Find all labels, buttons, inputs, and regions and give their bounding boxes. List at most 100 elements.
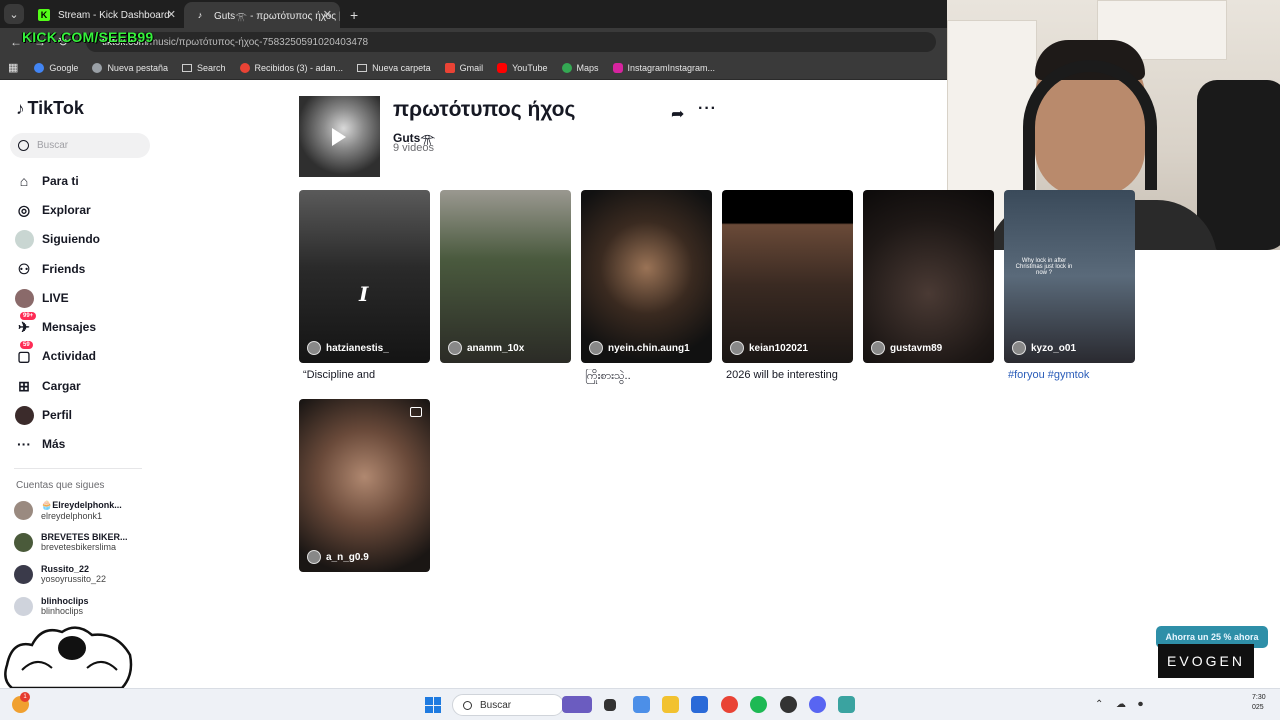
copilot-icon[interactable] bbox=[633, 696, 650, 713]
avatar bbox=[14, 501, 33, 520]
url-path: /music/πρωτότυπος-ήχος-75832505910204034… bbox=[147, 36, 369, 48]
video-card[interactable]: nyein.chin.aung1 bbox=[581, 190, 712, 363]
close-tab-icon[interactable]: ✕ bbox=[323, 8, 332, 21]
nav-friends[interactable]: ⚇ Friends bbox=[14, 257, 86, 281]
video-username: gustavm89 bbox=[890, 342, 943, 354]
compass-icon: ◎ bbox=[17, 201, 31, 218]
close-tab-icon[interactable]: ✕ bbox=[167, 8, 176, 21]
bookmarks-bar: ▦ Google Nueva pestaña Search Recibidos … bbox=[0, 56, 947, 80]
avatar bbox=[730, 341, 744, 355]
file-explorer-icon[interactable] bbox=[662, 696, 679, 713]
youtube-icon bbox=[497, 62, 508, 73]
widget-icon[interactable] bbox=[562, 696, 592, 713]
nav-mas[interactable]: ··· Más bbox=[14, 432, 65, 456]
bookmark-google[interactable]: Google bbox=[34, 62, 78, 73]
following-section-title: Cuentas que sigues bbox=[16, 480, 105, 491]
play-icon[interactable] bbox=[332, 128, 346, 146]
tab-label: Guts𓁿 - πρωτότυπος ήχος | Ti bbox=[214, 11, 340, 22]
discord-icon[interactable] bbox=[809, 696, 826, 713]
bookmark-new-tab[interactable]: Nueva pestaña bbox=[92, 62, 168, 73]
messages-icon: ✈ 99+ bbox=[14, 312, 37, 337]
spotify-icon[interactable] bbox=[750, 696, 767, 713]
video-caption[interactable]: “Discipline and bbox=[303, 369, 434, 381]
bookmark-maps[interactable]: Maps bbox=[561, 62, 599, 73]
photo-carousel-icon bbox=[410, 407, 422, 417]
account-name: blinhoclips bbox=[41, 596, 89, 606]
video-username: anamm_10x bbox=[467, 342, 525, 354]
friends-icon: ⚇ bbox=[17, 260, 31, 277]
video-caption[interactable]: ကြိုးစားသွဲ.. bbox=[585, 369, 716, 385]
search-placeholder: Buscar bbox=[37, 140, 69, 151]
muscle-mascot-overlay bbox=[4, 626, 133, 690]
microphone-icon[interactable]: ⏺ bbox=[1138, 699, 1143, 710]
following-account[interactable]: blinhoclips blinhoclips bbox=[14, 596, 89, 616]
avatar bbox=[589, 341, 603, 355]
search-input[interactable]: Buscar bbox=[10, 133, 150, 158]
url-input[interactable]: tiktok.com/music/πρωτότυπος-ήχος-7583250… bbox=[86, 32, 936, 52]
tab-kick-dashboard[interactable]: K Stream - Kick Dashboard ✕ bbox=[28, 2, 184, 28]
avatar bbox=[307, 550, 321, 564]
gmail-icon bbox=[444, 62, 455, 73]
bookmark-instagram[interactable]: InstagramInstagram... bbox=[612, 62, 715, 73]
following-avatar-icon bbox=[14, 229, 34, 249]
obs-icon[interactable] bbox=[780, 696, 797, 713]
video-card[interactable]: gustavm89 bbox=[863, 190, 994, 363]
tab-search-button[interactable]: ⌄ bbox=[4, 4, 24, 24]
bookmark-folder[interactable]: Nueva carpeta bbox=[357, 63, 431, 73]
tab-tiktok-music[interactable]: ♪ Guts𓁿 - πρωτότυπος ήχος | Ti ✕ bbox=[184, 2, 340, 28]
bookmark-label: Search bbox=[196, 62, 226, 73]
video-caption[interactable]: 2026 will be interesting bbox=[726, 369, 857, 381]
store-icon[interactable] bbox=[691, 696, 708, 713]
apps-grid-icon[interactable]: ▦ bbox=[8, 61, 18, 74]
headphones-icon bbox=[1023, 60, 1157, 190]
nav-siguiendo[interactable]: Siguiendo bbox=[14, 227, 100, 251]
notepad-icon[interactable] bbox=[838, 696, 855, 713]
video-card[interactable]: I hatzianestis_ bbox=[299, 190, 430, 363]
video-card[interactable]: anamm_10x bbox=[440, 190, 571, 363]
nav-explorar[interactable]: ◎ Explorar bbox=[14, 198, 91, 222]
nav-mensajes[interactable]: ✈ 99+ Mensajes bbox=[14, 312, 96, 339]
account-handle: brevetesbikerslima bbox=[41, 542, 117, 552]
following-account[interactable]: Russito_22 yosoyrussito_22 bbox=[14, 564, 106, 584]
bookmark-inbox[interactable]: Recibidos (3) - adan... bbox=[239, 62, 343, 73]
share-icon[interactable]: ➦ bbox=[671, 104, 684, 124]
avatar bbox=[871, 341, 885, 355]
tiktok-sidebar: ♪ TikTok Buscar ⌂ Para ti ◎ Explorar Siguie… bbox=[0, 80, 160, 688]
new-tab-icon[interactable]: + bbox=[350, 7, 358, 23]
taskbar-search[interactable]: Buscar bbox=[452, 694, 564, 716]
bookmark-gmail[interactable]: Gmail bbox=[444, 62, 483, 73]
tiktok-logo[interactable]: ♪ TikTok bbox=[16, 98, 84, 119]
maps-pin-icon bbox=[561, 62, 572, 73]
taskbar-search-label: Buscar bbox=[480, 699, 512, 711]
following-account[interactable]: 🧁Elreydelphonk... elreydelphonk1 bbox=[14, 500, 122, 521]
tray-chevron-icon[interactable]: ⌃ bbox=[1095, 699, 1103, 710]
windows-start-icon[interactable] bbox=[425, 697, 441, 713]
system-clock[interactable]: 7:30 025 bbox=[1252, 693, 1266, 713]
bookmark-label: Nueva pestaña bbox=[107, 62, 168, 73]
video-overlay-text: Why lock in after Christmas just lock in… bbox=[1015, 258, 1073, 276]
cloud-icon[interactable]: ☁ bbox=[1116, 699, 1126, 710]
nav-actividad[interactable]: ▢ 59 Actividad bbox=[14, 341, 96, 368]
video-card[interactable]: keian102021 bbox=[722, 190, 853, 363]
task-view-icon[interactable] bbox=[604, 699, 616, 711]
nav-perfil[interactable]: Perfil bbox=[14, 403, 72, 427]
chrome-icon[interactable] bbox=[721, 696, 738, 713]
home-icon: ⌂ bbox=[19, 173, 29, 189]
nav-para-ti[interactable]: ⌂ Para ti bbox=[14, 169, 79, 193]
more-options-icon[interactable]: ··· bbox=[698, 100, 717, 118]
music-cover-image[interactable] bbox=[299, 96, 380, 177]
following-account[interactable]: BREVETES BIKER... brevetesbikerslima bbox=[14, 532, 128, 552]
nav-live[interactable]: LIVE bbox=[14, 286, 69, 310]
sidebar-divider bbox=[14, 468, 142, 469]
video-card[interactable]: a_n_g0.9 bbox=[299, 399, 430, 572]
bookmark-youtube[interactable]: YouTube bbox=[497, 62, 548, 73]
bookmark-search[interactable]: Search bbox=[181, 62, 226, 73]
video-username: nyein.chin.aung1 bbox=[608, 342, 690, 354]
nav-cargar[interactable]: ⊞ Cargar bbox=[14, 374, 81, 398]
avatar bbox=[14, 532, 33, 552]
video-caption-hashtags[interactable]: #foryou #gymtok bbox=[1008, 369, 1139, 381]
account-name: Russito_22 bbox=[41, 564, 90, 574]
nav-label: Explorar bbox=[42, 203, 91, 217]
video-card[interactable]: Why lock in after Christmas just lock in… bbox=[1004, 190, 1135, 363]
video-username: a_n_g0.9 bbox=[326, 551, 369, 563]
